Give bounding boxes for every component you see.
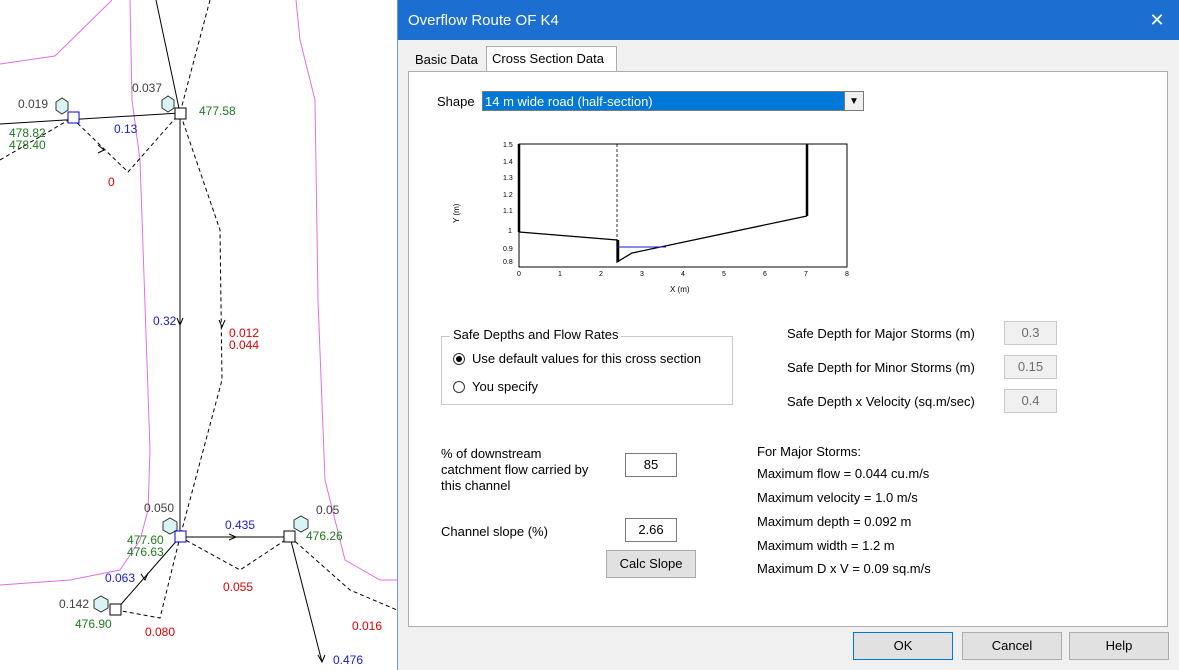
map-label: 476.26 <box>306 529 343 543</box>
overflow-route-dialog: Overflow Route OF K4 ✕ Basic Data Cross … <box>397 0 1179 670</box>
x-tick: 4 <box>681 271 685 278</box>
pit-icon[interactable] <box>109 603 122 616</box>
safe-depth-minor-field[interactable]: 0.15 <box>1004 355 1057 379</box>
safe-depth-major-label: Safe Depth for Major Storms (m) <box>787 326 975 341</box>
radio-specify-label[interactable]: You specify <box>472 379 538 394</box>
y-tick: 1.4 <box>503 159 513 166</box>
result-max-depth: Maximum depth = 0.092 m <box>757 514 912 529</box>
catchment-boundary <box>0 0 113 65</box>
pipe[interactable] <box>0 112 181 125</box>
map-label: 0.32 <box>153 314 177 328</box>
tab-basic-data[interactable]: Basic Data <box>410 48 486 72</box>
arrow-marker <box>218 319 226 329</box>
map-label: 0.13 <box>114 122 138 136</box>
map-label: 0.063 <box>105 571 135 585</box>
map-label: 0.142 <box>59 597 89 611</box>
result-max-width: Maximum width = 1.2 m <box>757 538 895 553</box>
calc-slope-button[interactable]: Calc Slope <box>606 550 696 578</box>
pit-icon[interactable] <box>67 111 80 124</box>
safe-depths-group-title: Safe Depths and Flow Rates <box>450 327 622 342</box>
map-label: 0.435 <box>225 518 255 532</box>
x-tick: 7 <box>804 271 808 278</box>
map-label: 0.055 <box>223 580 253 594</box>
radio-you-specify[interactable] <box>453 381 465 393</box>
shape-value: 14 m wide road (half-section) <box>485 94 653 109</box>
x-tick: 0 <box>517 271 521 278</box>
pct-flow-field[interactable]: 85 <box>625 453 677 477</box>
pct-flow-label-line1: % of downstream <box>441 446 542 461</box>
catchment-boundary <box>295 0 397 581</box>
results-heading: For Major Storms: <box>757 444 862 459</box>
pct-flow-label-line2: catchment flow carried by <box>441 462 589 477</box>
cross-section-plot: 1.5 1.4 1.3 1.2 1.1 1 0.9 0.8 0 1 2 3 4 … <box>437 131 865 298</box>
safe-depth-minor-label: Safe Depth for Minor Storms (m) <box>787 360 975 375</box>
dialog-title: Overflow Route OF K4 <box>408 12 559 29</box>
safe-depths-group <box>441 336 733 405</box>
result-max-flow: Maximum flow = 0.044 cu.m/s <box>757 466 930 481</box>
map-label: 0.037 <box>132 81 162 95</box>
x-tick: 6 <box>763 271 767 278</box>
tab-cross-section-data[interactable]: Cross Section Data <box>486 46 617 72</box>
safe-dxv-field[interactable]: 0.4 <box>1004 389 1057 413</box>
x-tick: 3 <box>640 271 644 278</box>
y-tick: 1.1 <box>503 208 513 215</box>
cancel-button[interactable]: Cancel <box>962 632 1062 660</box>
pit-icon[interactable] <box>174 530 187 543</box>
map-label: 0.050 <box>144 501 174 515</box>
close-icon[interactable]: ✕ <box>1134 0 1179 40</box>
help-button[interactable]: Help <box>1069 632 1169 660</box>
shape-label: Shape <box>437 94 475 109</box>
catchment-boundary <box>0 0 151 586</box>
y-tick: 1.3 <box>503 175 513 182</box>
y-tick: 1 <box>508 228 512 235</box>
x-tick: 1 <box>558 271 562 278</box>
radio-default-label[interactable]: Use default values for this cross sectio… <box>472 351 701 366</box>
y-tick: 1.5 <box>503 142 513 149</box>
map-label: 0.080 <box>145 625 175 639</box>
channel-slope-label: Channel slope (%) <box>441 524 548 539</box>
result-max-velocity: Maximum velocity = 1.0 m/s <box>757 490 918 505</box>
shape-dropdown[interactable]: 14 m wide road (half-section) ▼ <box>482 91 864 111</box>
map-label: 477.58 <box>199 104 236 118</box>
map-label: 478.40 <box>9 138 46 152</box>
map-label: 476.63 <box>127 545 164 559</box>
map-label: 0.476 <box>333 653 363 667</box>
map-label: 0.044 <box>229 338 259 352</box>
safe-depth-major-field[interactable]: 0.3 <box>1004 321 1057 345</box>
dialog-titlebar[interactable]: Overflow Route OF K4 ✕ <box>398 0 1179 40</box>
node-hexagon[interactable] <box>93 595 109 613</box>
x-tick: 5 <box>722 271 726 278</box>
x-tick: 8 <box>845 271 849 278</box>
map-label: 0 <box>108 175 115 189</box>
chevron-down-icon[interactable]: ▼ <box>844 92 863 110</box>
pit-icon[interactable] <box>283 530 296 543</box>
channel-slope-field[interactable]: 2.66 <box>625 518 677 542</box>
pct-flow-label-line3: this channel <box>441 478 511 493</box>
map-label: 0.05 <box>316 503 340 517</box>
overflow-route[interactable] <box>179 0 223 538</box>
x-tick: 2 <box>599 271 603 278</box>
result-max-dxv: Maximum D x V = 0.09 sq.m/s <box>757 561 931 576</box>
x-axis-label: X (m) <box>670 285 690 294</box>
y-tick: 0.8 <box>503 259 513 266</box>
map-label: 0.019 <box>18 97 48 111</box>
overflow-route[interactable] <box>179 536 291 571</box>
pipe[interactable] <box>289 536 323 663</box>
ok-button[interactable]: OK <box>853 632 953 660</box>
map-label: 0.016 <box>352 619 382 633</box>
y-tick: 1.2 <box>503 192 513 199</box>
map-label: 476.90 <box>75 617 112 631</box>
safe-dxv-label: Safe Depth x Velocity (sq.m/sec) <box>787 394 975 409</box>
pit-icon[interactable] <box>174 107 187 120</box>
radio-default-values[interactable] <box>453 353 465 365</box>
plot-frame <box>518 143 848 268</box>
node-hexagon[interactable] <box>55 97 69 115</box>
y-tick: 0.9 <box>503 246 513 253</box>
node-hexagon[interactable] <box>161 95 175 113</box>
y-axis-label: Y (m) <box>452 203 461 223</box>
arrow-marker <box>97 144 105 154</box>
